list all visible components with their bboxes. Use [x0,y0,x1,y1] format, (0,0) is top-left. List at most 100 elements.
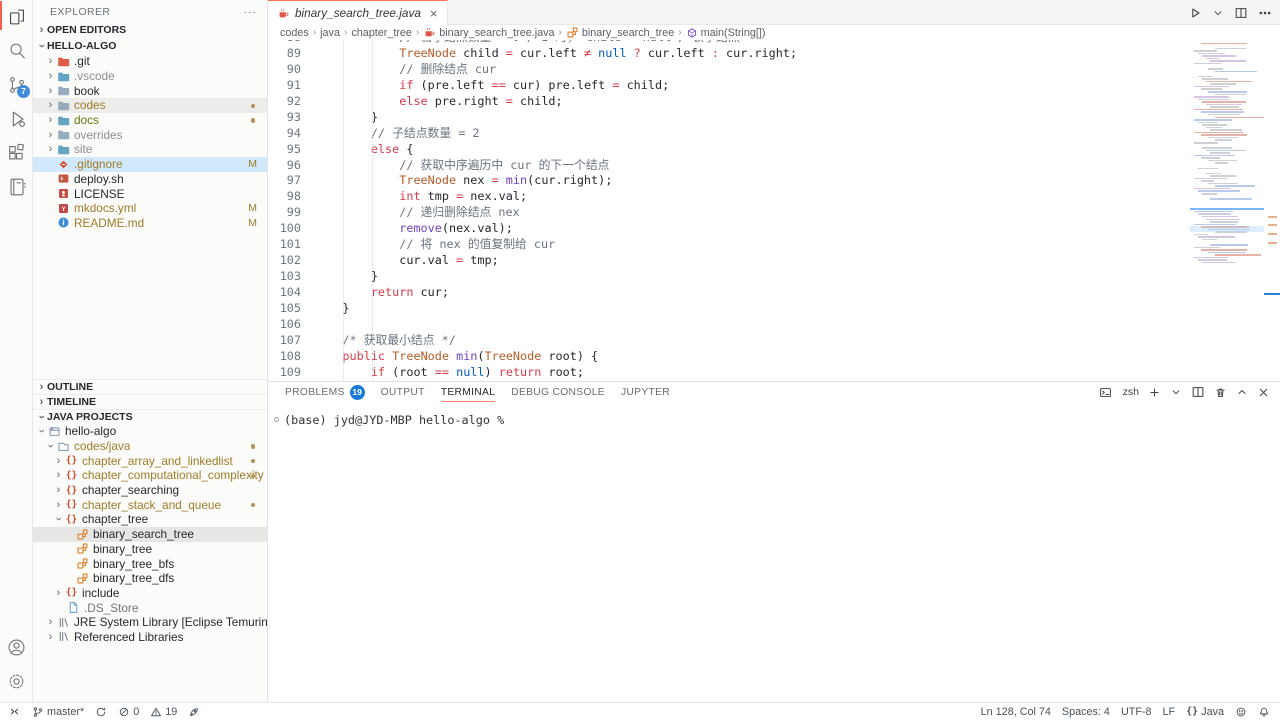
java-item-binary-tree-dfs[interactable]: binary_tree_dfs [33,571,267,586]
explorer-item-docs[interactable]: ›docs [33,113,267,128]
code-line-97[interactable]: 97 TreeNode nex = min(cur.right); [268,173,1188,189]
explorer-item--gitignore[interactable]: .gitignoreM [33,157,267,172]
code-line-92[interactable]: 92 else pre.right = child; [268,94,1188,110]
code-line-91[interactable]: 91 if (pre.left == cur) pre.left = child… [268,78,1188,94]
section-header-java-projects[interactable]: ›JAVA PROJECTS [33,409,267,424]
panel-tab-debug-console[interactable]: DEBUG CONSOLE [511,382,605,403]
code-line-93[interactable]: 93 } [268,110,1188,126]
code-line-104[interactable]: 104 return cur; [268,285,1188,301]
code-line-108[interactable]: 108 public TreeNode min(TreeNode root) { [268,349,1188,365]
minimap[interactable] [1190,40,1264,381]
status-bell[interactable] [1258,706,1270,718]
status-sync[interactable] [95,706,107,718]
status-spaces-4[interactable]: Spaces: 4 [1062,706,1110,718]
code-line-95[interactable]: 95 else { [268,142,1188,158]
run-dropdown-icon[interactable] [1212,7,1224,19]
breadcrumb-codes[interactable]: codes [280,27,309,39]
code-line-100[interactable]: 100 remove(nex.val); [268,221,1188,237]
explorer-item--git[interactable]: ›.git [33,54,267,69]
status-warning[interactable]: 19 [150,706,177,718]
section-header-timeline[interactable]: ›TIMELINE [33,394,267,409]
java-item-chapter-searching[interactable]: ›{}chapter_searching [33,483,267,498]
explorer-item-book[interactable]: ›book [33,83,267,98]
kill-terminal-icon[interactable] [1214,386,1227,399]
close-panel-icon[interactable] [1257,386,1270,399]
code-line-89[interactable]: 89 TreeNode child = cur.left ≠ null ? cu… [268,46,1188,62]
java-item-codes-java[interactable]: ›codes/java [33,439,267,454]
panel-tab-jupyter[interactable]: JUPYTER [621,382,670,403]
breadcrumb-binary-search-tree[interactable]: binary_search_tree [566,26,674,39]
java-item-chapter-stack-and-queue[interactable]: ›{}chapter_stack_and_queue [33,497,267,512]
code-line-106[interactable]: 106 [268,317,1188,333]
java-item-binary-tree[interactable]: binary_tree [33,542,267,557]
status-smiley[interactable] [1235,706,1247,718]
code-line-107[interactable]: 107 /* 获取最小结点 */ [268,333,1188,349]
code-line-98[interactable]: 98 int tmp = nex.val; [268,189,1188,205]
terminal-dropdown-icon[interactable] [1170,386,1182,398]
activitybar-account-icon[interactable] [0,630,33,664]
code-line-96[interactable]: 96 // 获取中序遍历中 cur 的下一个结点 [268,158,1188,174]
status-remote[interactable] [8,705,21,718]
explorer-item-deploy-sh[interactable]: deploy.sh [33,172,267,187]
more-actions-icon[interactable]: ··· [244,6,258,22]
java-item--ds-store[interactable]: .DS_Store [33,600,267,615]
code-line-99[interactable]: 99 // 递归删除结点 nex [268,205,1188,221]
overview-ruler[interactable] [1264,40,1280,381]
explorer-item-mkdocs-yml[interactable]: Ymkdocs.ymlM [33,201,267,216]
java-item-jre-system-library-eclipse-temurin-17-17-[interactable]: ›JRE System Library [Eclipse Temurin 17 … [33,615,267,630]
more-actions-icon[interactable] [1258,6,1272,20]
tab-binary-search-tree[interactable]: binary_search_tree.java × [268,0,448,25]
java-item-binary-tree-bfs[interactable]: binary_tree_bfs [33,556,267,571]
activitybar-search-icon[interactable] [0,34,33,68]
java-item-binary-search-tree[interactable]: binary_search_tree [33,527,267,542]
activitybar-notebook-icon[interactable] [0,170,33,204]
explorer-item-site[interactable]: ›site [33,142,267,157]
status-error[interactable]: 0 [118,706,139,718]
split-terminal-icon[interactable] [1191,385,1205,399]
code-line-101[interactable]: 101 // 将 nex 的值复制给 cur [268,237,1188,253]
open-editors-header[interactable]: › OPEN EDITORS [33,21,267,38]
breadcrumb-binary-search-tree-java[interactable]: binary_search_tree.java [423,26,554,39]
java-item-chapter-tree[interactable]: ›{}chapter_tree [33,512,267,527]
terminal[interactable]: (base) jyd@JYD-MBP hello-algo % [268,406,1280,702]
java-item-chapter-computational-complexity[interactable]: ›{}chapter_computational_complexity [33,468,267,483]
run-button[interactable] [1188,6,1202,20]
breadcrumb-java[interactable]: java [320,27,340,39]
panel-tab-problems[interactable]: PROBLEMS19 [285,382,365,403]
explorer-item-codes[interactable]: ›codes [33,98,267,113]
breadcrumb-chapter-tree[interactable]: chapter_tree [351,27,412,39]
breadcrumb-main-string-[interactable]: main(String[]) [686,27,766,39]
java-item-chapter-array-and-linkedlist[interactable]: ›{}chapter_array_and_linkedlist [33,453,267,468]
status-ln-128-col-74[interactable]: Ln 128, Col 74 [981,706,1051,718]
code-line-105[interactable]: 105 } [268,301,1188,317]
status-branch[interactable]: master* [32,706,84,718]
shell-label[interactable]: zsh [1123,386,1139,398]
java-item-hello-algo[interactable]: ›hello-algo [33,424,267,439]
status-rocket[interactable] [188,706,200,718]
activitybar-source-control-icon[interactable]: 7 [0,68,33,102]
explorer-item-readme-md[interactable]: README.mdM [33,216,267,231]
status-utf-8[interactable]: UTF-8 [1121,706,1152,718]
split-editor-icon[interactable] [1234,6,1248,20]
status-lf[interactable]: LF [1163,706,1176,718]
java-item-include[interactable]: ›{}include [33,586,267,601]
panel-tab-output[interactable]: OUTPUT [381,382,425,403]
activitybar-run-debug-icon[interactable] [0,102,33,136]
explorer-item--vscode[interactable]: ›.vscode [33,69,267,84]
tab-close-icon[interactable]: × [430,6,438,21]
maximize-panel-icon[interactable] [1236,386,1248,398]
code-line-102[interactable]: 102 cur.val = tmp; [268,253,1188,269]
workspace-root-header[interactable]: › HELLO-ALGO [33,38,267,53]
explorer-item-license[interactable]: LICENSE [33,186,267,201]
code-line-94[interactable]: 94 // 子结点数量 = 2 [268,126,1188,142]
activitybar-explorer-icon[interactable] [0,0,33,34]
section-header-outline[interactable]: ›OUTLINE [33,379,267,394]
status-braces[interactable]: {}Java [1186,706,1224,718]
activitybar-extensions-icon[interactable] [0,136,33,170]
code-editor[interactable]: 88 // 当子结点数量 = 0 / 1 时， child = null / 该… [268,40,1280,381]
java-item-referenced-libraries[interactable]: ›Referenced Libraries [33,630,267,645]
new-terminal-button[interactable] [1148,386,1161,399]
activitybar-settings-icon[interactable] [0,664,33,698]
panel-tab-terminal[interactable]: TERMINAL [441,382,495,403]
explorer-item-overrides[interactable]: ›overrides [33,127,267,142]
